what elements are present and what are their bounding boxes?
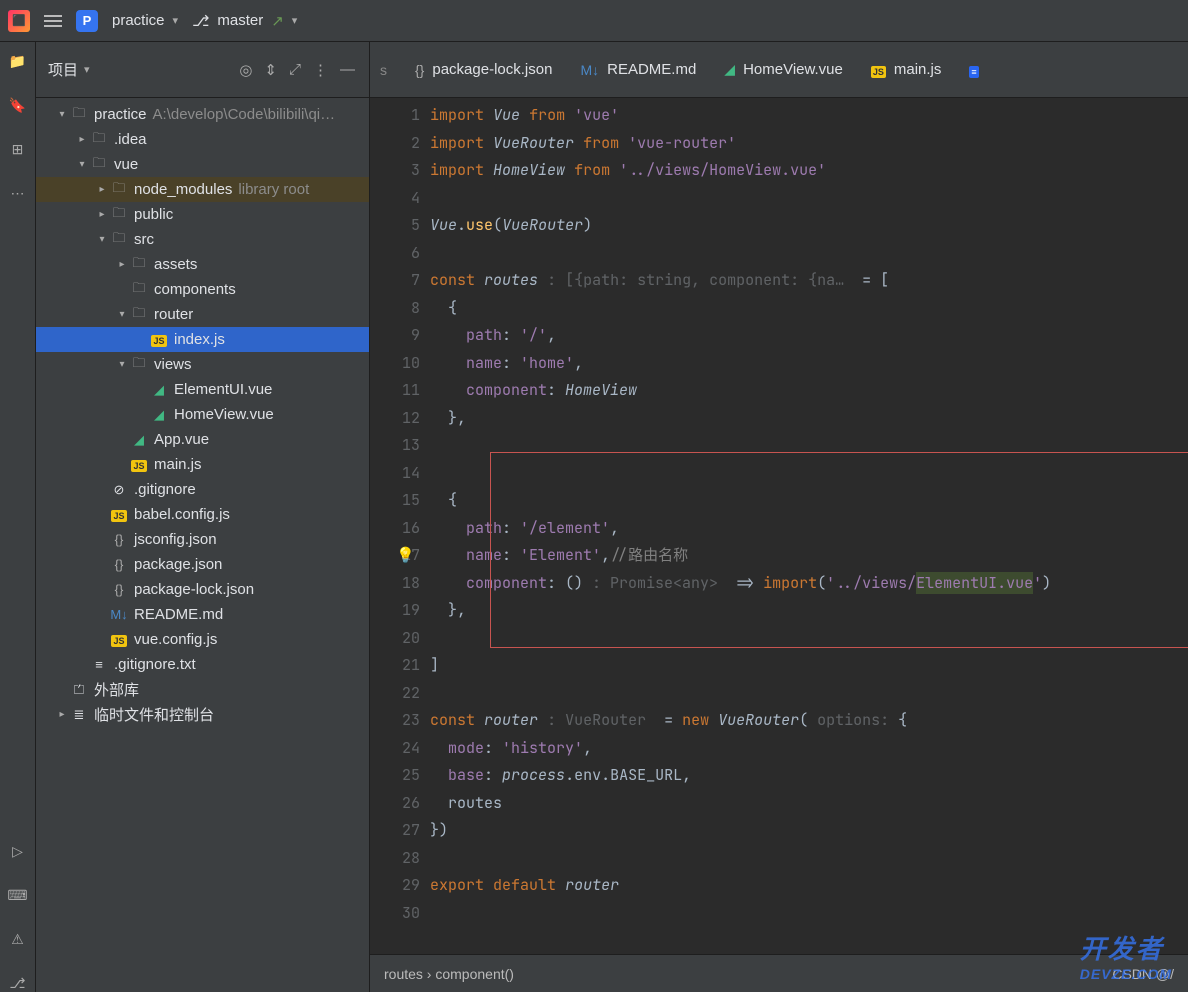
main-menu-icon[interactable] bbox=[44, 15, 62, 27]
project-sidebar: 项目 ▾ ◎ ⇕ ⤢ ⋮ — ▾🗀practiceA:\develop\Code\… bbox=[36, 42, 370, 992]
branch-selector[interactable]: ⎇ master ↗ ▾ bbox=[192, 12, 297, 30]
scratches[interactable]: ▸≣临时文件和控制台 bbox=[36, 702, 369, 727]
terminal-tool-icon[interactable]: ⌨ bbox=[9, 886, 27, 904]
intention-bulb-icon[interactable]: 💡 bbox=[396, 542, 415, 570]
select-opened-icon[interactable]: ◎ bbox=[237, 59, 254, 81]
project-tool-icon[interactable]: 📁 bbox=[9, 52, 27, 70]
folder-components[interactable]: 🗀components bbox=[36, 277, 369, 302]
external-libs[interactable]: ⏍外部库 bbox=[36, 677, 369, 702]
folder-public[interactable]: ▸🗀public bbox=[36, 202, 369, 227]
structure-tool-icon[interactable]: ⊞ bbox=[9, 140, 27, 158]
breadcrumb[interactable]: routes › component() bbox=[384, 966, 514, 982]
scroll-tabs-left-icon[interactable]: s bbox=[380, 62, 387, 78]
file-elementui-vue[interactable]: ◢ElementUI.vue bbox=[36, 377, 369, 402]
more-tool-icon[interactable]: ⋯ bbox=[9, 184, 27, 202]
file-app-vue[interactable]: ◢App.vue bbox=[36, 427, 369, 452]
chevron-down-icon[interactable]: ▾ bbox=[84, 63, 90, 76]
left-toolbar: 📁 🔖 ⊞ ⋯ ▷ ⌨ ⚠ ⎇ bbox=[0, 42, 36, 992]
project-root[interactable]: ▾🗀practiceA:\develop\Code\bilibili\qi… bbox=[36, 102, 369, 127]
folder-src[interactable]: ▾🗀src bbox=[36, 227, 369, 252]
folder-views[interactable]: ▾🗀views bbox=[36, 352, 369, 377]
folder-idea[interactable]: ▸🗀.idea bbox=[36, 127, 369, 152]
titlebar: ⬛ P practice▾ ⎇ master ↗ ▾ bbox=[0, 0, 1188, 42]
watermark: 开发者 DEVZE.COM bbox=[1080, 929, 1172, 982]
collapse-all-icon[interactable]: ⤢ bbox=[287, 59, 303, 80]
ide-logo-icon: ⬛ bbox=[8, 10, 30, 32]
sidebar-header: 项目 ▾ ◎ ⇕ ⤢ ⋮ — bbox=[36, 42, 369, 98]
git-branch-icon: ⎇ bbox=[192, 12, 209, 30]
file-homeview-vue[interactable]: ◢HomeView.vue bbox=[36, 402, 369, 427]
code-editor[interactable]: import Vue from 'vue'import VueRouter fr… bbox=[430, 98, 1188, 954]
tab-homeview[interactable]: ◢HomeView.vue bbox=[724, 61, 843, 78]
file-readme[interactable]: M↓README.md bbox=[36, 602, 369, 627]
sidebar-title: 项目 bbox=[48, 59, 78, 80]
project-badge[interactable]: P bbox=[76, 10, 98, 32]
problems-tool-icon[interactable]: ⚠ bbox=[9, 930, 27, 948]
folder-assets[interactable]: ▸🗀assets bbox=[36, 252, 369, 277]
run-tool-icon[interactable]: ▷ bbox=[9, 842, 27, 860]
file-package-lock[interactable]: {}package-lock.json bbox=[36, 577, 369, 602]
file-main-js[interactable]: JSmain.js bbox=[36, 452, 369, 477]
expand-all-icon[interactable]: ⇕ bbox=[262, 59, 279, 81]
file-gitignore[interactable]: ⊘.gitignore bbox=[36, 477, 369, 502]
tab-css[interactable]: ≡ bbox=[969, 62, 986, 78]
project-tree[interactable]: ▾🗀practiceA:\develop\Code\bilibili\qi…▸🗀… bbox=[36, 98, 369, 992]
hide-icon[interactable]: — bbox=[338, 59, 357, 80]
file-package[interactable]: {}package.json bbox=[36, 552, 369, 577]
folder-node-modules[interactable]: ▸🗀node_moduleslibrary root bbox=[36, 177, 369, 202]
bookmark-tool-icon[interactable]: 🔖 bbox=[9, 96, 27, 114]
file-vueconfig[interactable]: JSvue.config.js bbox=[36, 627, 369, 652]
statusbar: routes › component() CSDN @/ bbox=[370, 954, 1188, 992]
folder-vue[interactable]: ▾🗀vue bbox=[36, 152, 369, 177]
tab-readme[interactable]: M↓README.md bbox=[580, 61, 696, 78]
git-tool-icon[interactable]: ⎇ bbox=[9, 974, 27, 992]
folder-router[interactable]: ▾🗀router bbox=[36, 302, 369, 327]
file-index-js[interactable]: JSindex.js bbox=[36, 327, 369, 352]
file-babel[interactable]: JSbabel.config.js bbox=[36, 502, 369, 527]
file-jsconfig[interactable]: {}jsconfig.json bbox=[36, 527, 369, 552]
chevron-down-icon: ▾ bbox=[173, 14, 179, 27]
gutter[interactable]: 1234567891011121314151617181920212223242… bbox=[370, 98, 430, 954]
tab-package-lock[interactable]: {}package-lock.json bbox=[415, 61, 552, 78]
tab-main[interactable]: JSmain.js bbox=[871, 61, 942, 78]
settings-icon[interactable]: ⋮ bbox=[311, 59, 330, 81]
file-gitignore-txt[interactable]: ≡.gitignore.txt bbox=[36, 652, 369, 677]
chevron-down-icon: ▾ bbox=[292, 14, 298, 27]
project-selector[interactable]: practice▾ bbox=[112, 12, 178, 29]
editor-area: s {}package-lock.json M↓README.md ◢HomeVie… bbox=[370, 42, 1188, 992]
editor-tabs: s {}package-lock.json M↓README.md ◢HomeVie… bbox=[370, 42, 1188, 98]
